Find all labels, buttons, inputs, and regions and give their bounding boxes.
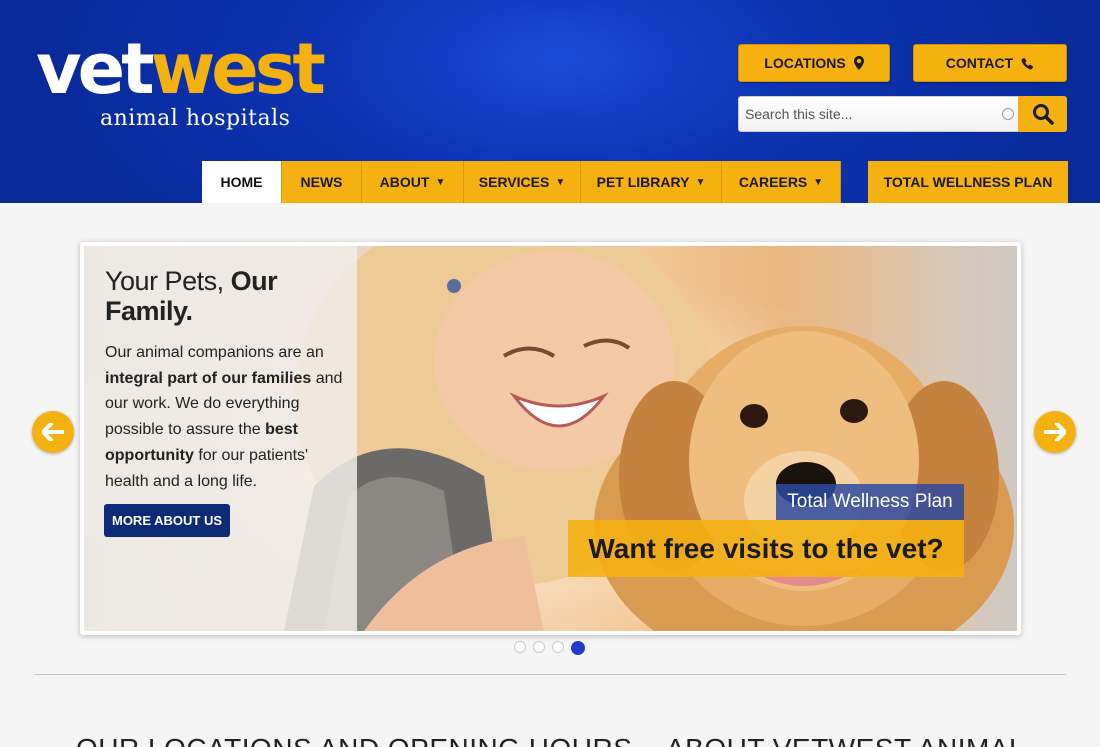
hero-body-bold: integral part of our families xyxy=(105,369,312,387)
hero-heading-bold: Our xyxy=(230,266,278,296)
promo-label[interactable]: Total Wellness Plan xyxy=(776,484,964,520)
logo-wordmark: vetwest xyxy=(36,34,326,104)
carousel-dot[interactable] xyxy=(533,641,545,653)
section-divider xyxy=(34,674,1066,675)
phone-icon xyxy=(1021,57,1034,69)
nav-label: CAREERS xyxy=(738,174,808,190)
logo-west: west xyxy=(150,28,326,110)
hero-body-text: Our animal companions are an integral pa… xyxy=(105,340,345,494)
nav-item-services[interactable]: SERVICES ▼ xyxy=(464,161,581,203)
arrow-left-icon xyxy=(42,423,64,441)
hero-text-panel: Your Pets, Our Family. Our animal compani… xyxy=(84,246,357,631)
carousel-prev-button[interactable] xyxy=(32,411,74,453)
locations-label: LOCATIONS xyxy=(764,55,846,71)
carousel-dot[interactable] xyxy=(552,641,564,653)
contact-label: CONTACT xyxy=(945,55,1014,71)
caret-down-icon: ▼ xyxy=(555,176,566,188)
nav-label: HOME xyxy=(220,174,263,190)
nav-item-home[interactable]: HOME xyxy=(202,161,282,203)
caret-down-icon: ▼ xyxy=(695,176,706,188)
hero-body-part: Our animal companions are an xyxy=(105,344,324,361)
nav-item-total-wellness-plan[interactable]: TOTAL WELLNESS PLAN xyxy=(868,161,1068,203)
caret-down-icon: ▼ xyxy=(813,176,824,188)
nav-label: ABOUT xyxy=(379,174,430,190)
hero-image: Your Pets, Our Family. Our animal compani… xyxy=(84,246,1017,631)
nav-item-news[interactable]: NEWS xyxy=(282,161,362,203)
locations-section-title: OUR LOCATIONS AND OPENING HOURS xyxy=(76,733,632,747)
nav-item-pet-library[interactable]: PET LIBRARY ▼ xyxy=(581,161,722,203)
nav-item-about[interactable]: ABOUT ▼ xyxy=(362,161,464,203)
nav-label: SERVICES xyxy=(478,174,550,190)
search-clear-icon[interactable] xyxy=(1002,108,1014,120)
nav-label: TOTAL WELLNESS PLAN xyxy=(883,174,1053,190)
carousel-pagination xyxy=(514,641,585,655)
site-search xyxy=(738,96,1067,132)
hero-heading-light: Your Pets, xyxy=(105,266,231,296)
nav-item-careers[interactable]: CAREERS ▼ xyxy=(722,161,841,203)
carousel-next-button[interactable] xyxy=(1034,411,1076,453)
logo-tagline: animal hospitals xyxy=(100,106,291,131)
logo-vet: vet xyxy=(36,28,155,110)
carousel-dot-active[interactable] xyxy=(571,641,585,655)
site-header: vetwest animal hospitals LOCATIONS CONTA… xyxy=(0,0,1100,203)
search-icon xyxy=(1032,104,1054,125)
vetwest-logo[interactable]: vetwest animal hospitals xyxy=(36,34,356,134)
search-input[interactable] xyxy=(738,96,1019,132)
carousel-dot[interactable] xyxy=(514,641,526,653)
about-section-title: ABOUT VETWEST ANIMAL xyxy=(666,733,1025,747)
contact-button[interactable]: CONTACT xyxy=(913,44,1067,82)
hero-heading: Your Pets, Our Family. xyxy=(105,266,345,326)
arrow-right-icon xyxy=(1044,423,1066,441)
locations-button[interactable]: LOCATIONS xyxy=(738,44,890,82)
nav-label: PET LIBRARY xyxy=(596,174,690,190)
search-button[interactable] xyxy=(1018,96,1067,132)
more-about-us-button[interactable]: MORE ABOUT US xyxy=(104,504,230,537)
hero-slider: Your Pets, Our Family. Our animal compani… xyxy=(80,242,1021,635)
map-marker-icon xyxy=(853,56,864,70)
promo-headline[interactable]: Want free visits to the vet? xyxy=(568,520,964,577)
hero-heading-bold-2: Family. xyxy=(105,296,193,326)
nav-label: NEWS xyxy=(300,174,343,190)
caret-down-icon: ▼ xyxy=(435,176,446,188)
